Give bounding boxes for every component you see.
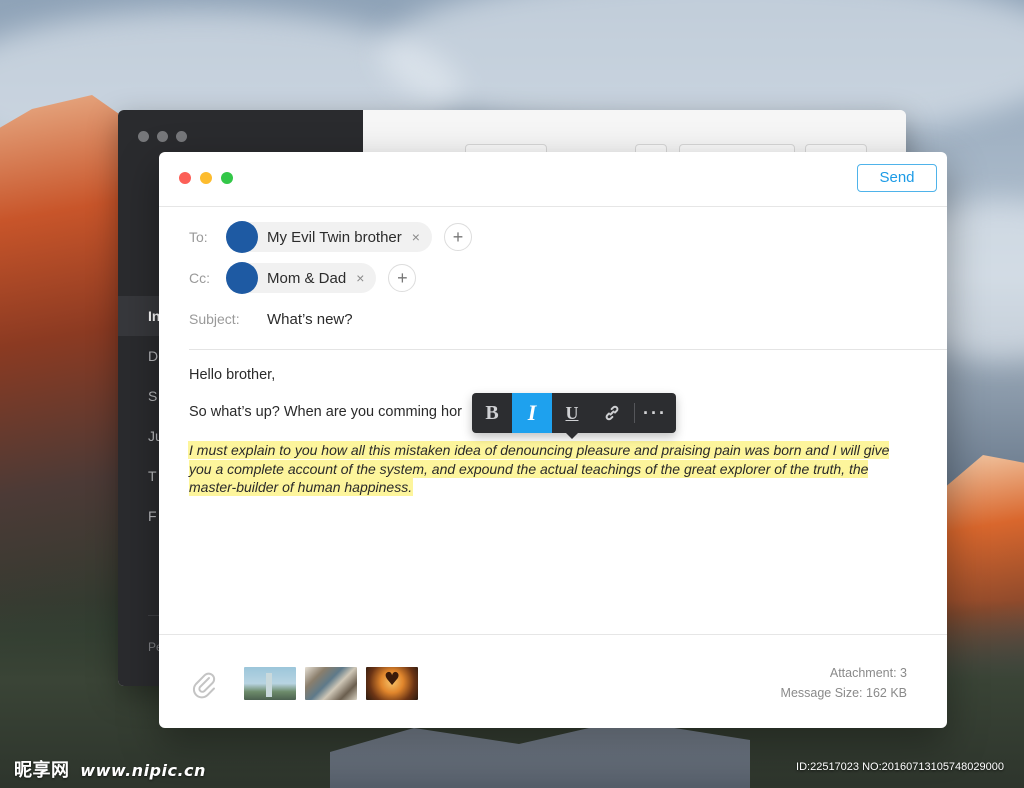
avatar [226, 221, 258, 253]
toolbar-separator [634, 403, 635, 423]
subject-field[interactable]: Subject: What’s new? [189, 303, 353, 335]
to-label: To: [189, 229, 208, 245]
avatar [226, 262, 258, 294]
highlighted-text[interactable]: I must explain to you how all this mista… [189, 442, 890, 495]
zoom-dot[interactable] [176, 131, 187, 142]
cc-name: Mom & Dad [267, 269, 347, 287]
link-icon [605, 405, 619, 421]
recipient-name: My Evil Twin brother [267, 228, 402, 246]
watermark-id: ID:22517023 NO:20160713105748029000 [796, 761, 1004, 773]
attachment-icon[interactable] [189, 669, 219, 699]
close-button[interactable] [179, 172, 191, 184]
footer-divider [159, 634, 947, 635]
to-field: To: My Evil Twin brother × + [189, 221, 472, 253]
underline-button[interactable]: U [552, 393, 592, 433]
cc-field: Cc: Mom & Dad × + [189, 262, 417, 294]
attachment-thumbnail-heart[interactable] [366, 667, 418, 700]
cc-label: Cc: [189, 270, 210, 286]
close-dot[interactable] [138, 131, 149, 142]
add-recipient-button[interactable]: + [443, 223, 472, 251]
message-size: Message Size: 162 KB [780, 686, 907, 700]
remove-cc-icon[interactable]: × [356, 271, 364, 285]
compose-titlebar: Send [159, 152, 947, 207]
attachment-thumbnail-city[interactable] [305, 667, 357, 700]
recipient-chip[interactable]: My Evil Twin brother × [226, 221, 432, 253]
watermark-logo: 昵享网 www.nipic.cn [14, 756, 206, 782]
watermark-url: www.nipic.cn [80, 761, 206, 780]
highlighted-paragraph[interactable]: I must explain to you how all this mista… [189, 441, 901, 497]
header-divider [189, 349, 947, 350]
compose-window: Send To: My Evil Twin brother × + Cc: Mo… [159, 152, 947, 728]
body-line-greeting[interactable]: Hello brother, [189, 367, 899, 383]
zoom-button[interactable] [221, 172, 233, 184]
link-button[interactable] [592, 393, 632, 433]
subject-input[interactable]: What’s new? [267, 311, 353, 328]
attachment-thumbnail-statue[interactable] [244, 667, 296, 700]
cc-chip[interactable]: Mom & Dad × [226, 262, 377, 294]
send-button[interactable]: Send [857, 164, 937, 192]
window-controls [179, 172, 233, 184]
italic-button[interactable]: I [512, 393, 552, 433]
add-cc-button[interactable]: + [388, 264, 417, 292]
subject-label: Subject: [189, 311, 240, 327]
watermark-brand: 昵享网 [14, 760, 70, 781]
format-toolbar: B I U ··· [472, 393, 676, 439]
bold-button[interactable]: B [472, 393, 512, 433]
more-options-button[interactable]: ··· [643, 403, 667, 424]
background-window-controls [138, 131, 187, 142]
minimize-button[interactable] [200, 172, 212, 184]
remove-recipient-icon[interactable]: × [412, 230, 420, 244]
attachment-count: Attachment: 3 [829, 666, 907, 680]
minimize-dot[interactable] [157, 131, 168, 142]
